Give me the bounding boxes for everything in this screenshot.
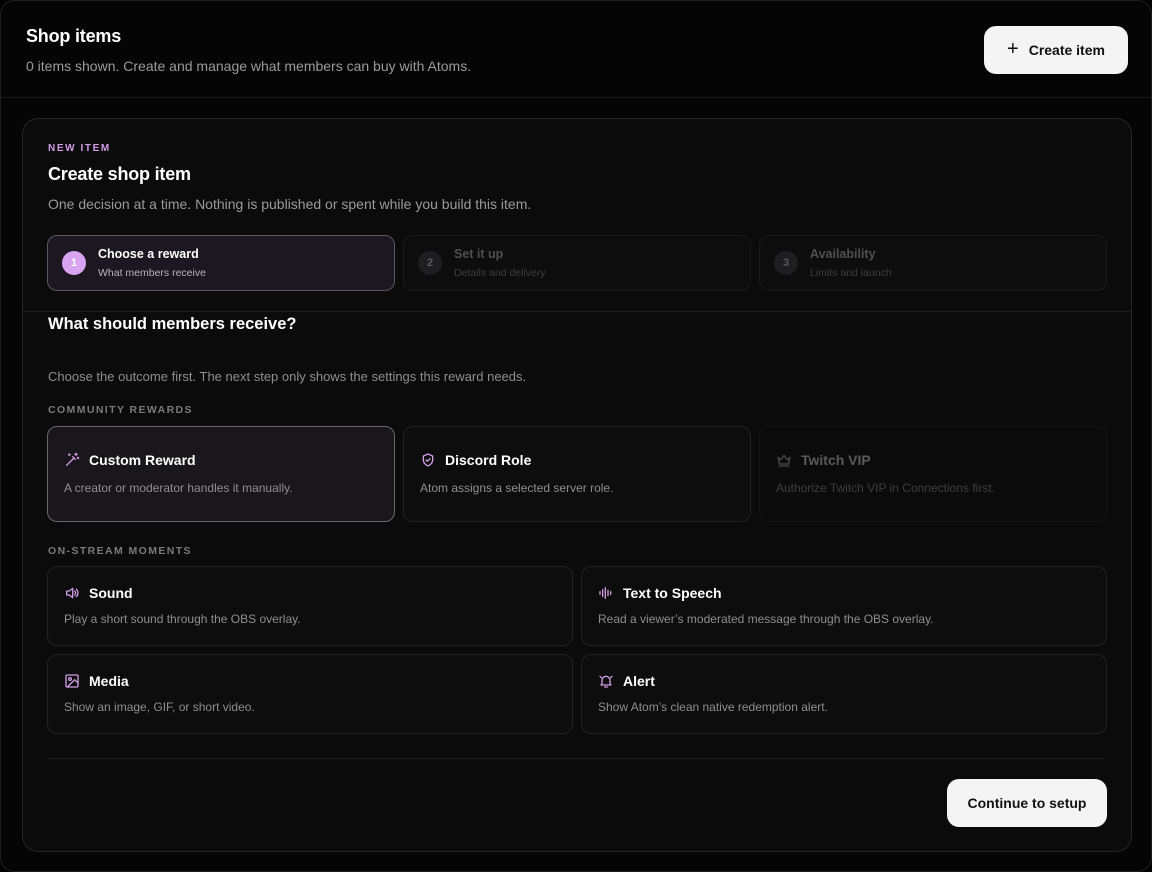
moment-card-text-to-speech[interactable]: Text to Speech Read a viewer’s moderated… [581, 566, 1107, 646]
card-title: Media [89, 673, 129, 689]
crown-icon [776, 452, 792, 468]
create-item-label: Create item [1028, 42, 1105, 58]
card-title: Text to Speech [623, 585, 722, 601]
section-label-on-stream-moments: ON-STREAM MOMENTS [48, 545, 192, 557]
create-item-panel: NEW ITEM Create shop item One decision a… [22, 118, 1132, 852]
card-description: Authorize Twitch VIP in Connections firs… [776, 481, 995, 495]
step-number: 2 [418, 251, 442, 275]
card-title: Custom Reward [89, 452, 196, 468]
image-icon [64, 673, 80, 689]
card-title: Alert [623, 673, 655, 689]
moment-card-media[interactable]: Media Show an image, GIF, or short video… [47, 654, 573, 734]
page-subtitle: 0 items shown. Create and manage what me… [26, 58, 472, 74]
app-frame: Shop items 0 items shown. Create and man… [0, 0, 1152, 872]
card-description: Atom assigns a selected server role. [420, 481, 614, 495]
plus-icon: + [1007, 38, 1019, 60]
card-title: Sound [89, 585, 133, 601]
panel-title: Create shop item [48, 164, 191, 184]
audio-waveform-icon [598, 585, 614, 601]
step-title: Set it up [454, 247, 504, 261]
card-description: Read a viewer’s moderated message throug… [598, 612, 934, 626]
magic-wand-icon [64, 452, 80, 468]
footer-divider [48, 758, 1106, 759]
step-subtitle: What members receive [98, 267, 206, 279]
moment-card-sound[interactable]: Sound Play a short sound through the OBS… [47, 566, 573, 646]
divider [23, 311, 1131, 312]
card-description: A creator or moderator handles it manual… [64, 481, 293, 495]
step-title: Availability [810, 247, 876, 261]
step-subtitle: Details and delivery [454, 267, 546, 279]
panel-eyebrow: NEW ITEM [48, 143, 111, 154]
create-item-button[interactable]: + Create item [984, 26, 1128, 74]
card-title: Discord Role [445, 452, 532, 468]
panel-description: One decision at a time. Nothing is publi… [48, 196, 532, 212]
reward-card-custom-reward[interactable]: Custom Reward A creator or moderator han… [47, 426, 395, 522]
card-description: Show Atom’s clean native redemption aler… [598, 700, 828, 714]
step-title: Choose a reward [98, 247, 199, 261]
reward-card-twitch-vip: Twitch VIP Authorize Twitch VIP in Conne… [759, 426, 1107, 522]
card-title: Twitch VIP [801, 452, 871, 468]
step-subtitle: Limits and launch [810, 267, 892, 279]
question-title: What should members receive? [48, 315, 297, 333]
card-description: Show an image, GIF, or short video. [64, 700, 255, 714]
step-set-it-up[interactable]: 2 Set it up Details and delivery [403, 235, 751, 291]
step-choose-reward[interactable]: 1 Choose a reward What members receive [47, 235, 395, 291]
step-number: 1 [62, 251, 86, 275]
question-description: Choose the outcome first. The next step … [48, 369, 527, 384]
step-number: 3 [774, 251, 798, 275]
continue-to-setup-button[interactable]: Continue to setup [947, 779, 1107, 827]
page-header: Shop items 0 items shown. Create and man… [1, 1, 1151, 98]
page-title: Shop items [26, 26, 122, 46]
moment-card-alert[interactable]: Alert Show Atom’s clean native redemptio… [581, 654, 1107, 734]
speaker-icon [64, 585, 80, 601]
section-label-community-rewards: COMMUNITY REWARDS [48, 404, 193, 416]
step-availability[interactable]: 3 Availability Limits and launch [759, 235, 1107, 291]
card-description: Play a short sound through the OBS overl… [64, 612, 301, 626]
reward-card-discord-role[interactable]: Discord Role Atom assigns a selected ser… [403, 426, 751, 522]
bell-ring-icon [598, 673, 614, 689]
shield-icon [420, 452, 436, 468]
